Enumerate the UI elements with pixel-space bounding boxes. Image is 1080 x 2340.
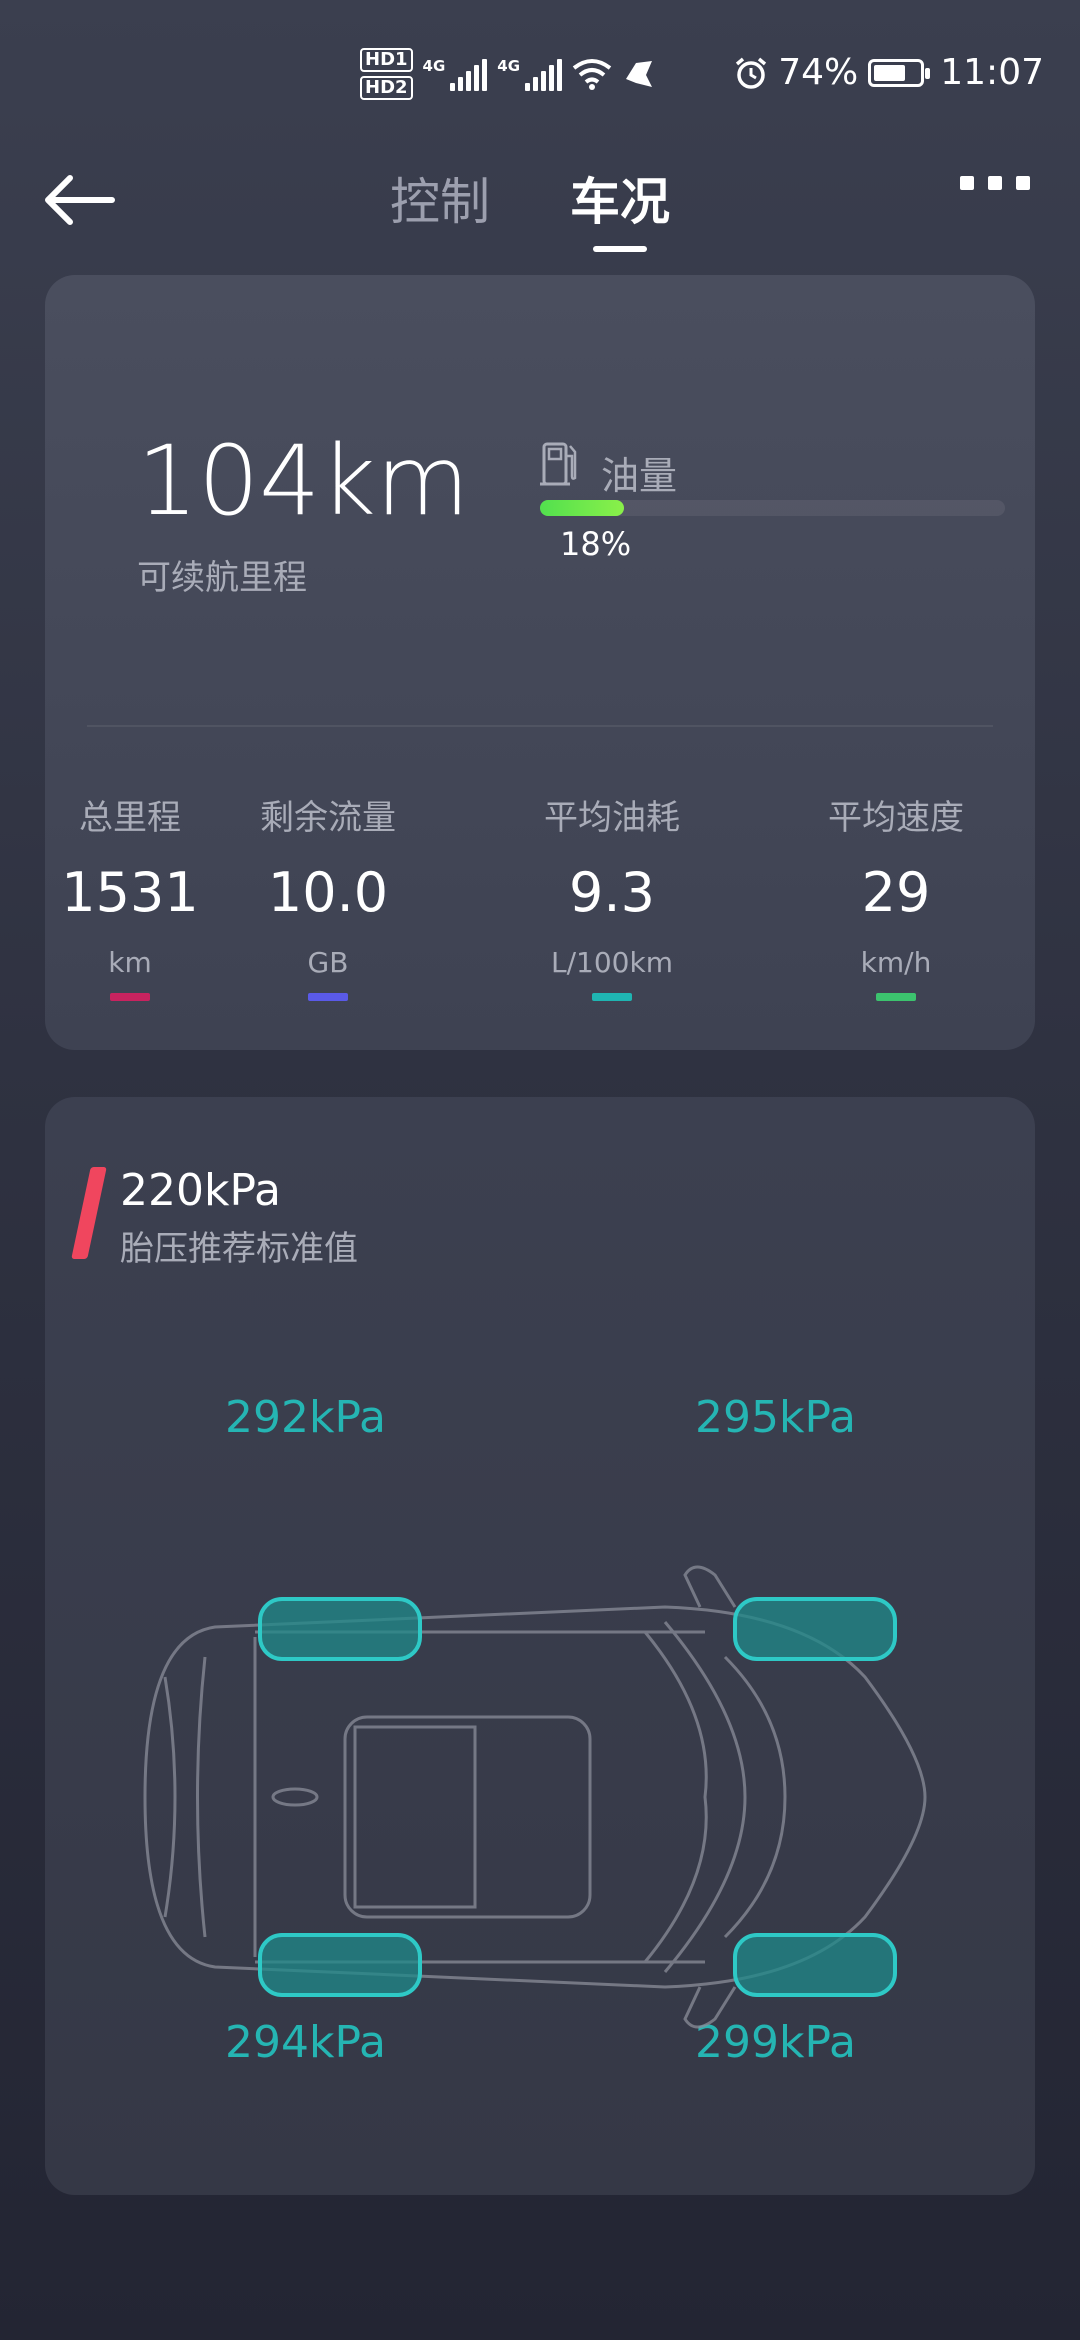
fuel-label: 油量 [601, 454, 678, 498]
tab-bar: 控制 车况 [390, 162, 670, 234]
stat-title: 总里程 [79, 798, 181, 838]
top-nav: 控制 车况 [0, 150, 1080, 260]
app-notification-icon [626, 61, 653, 87]
stat-unit: km [108, 946, 152, 979]
car-top-view-icon [143, 1565, 927, 2029]
tire-pressure-card: 220kPa 胎压推荐标准值 292kPa 295kPa 294kPa 299k… [45, 1097, 1035, 2195]
fuel-percent: 18% [560, 525, 632, 563]
stat-title: 剩余流量 [260, 798, 396, 838]
stat-title: 平均油耗 [544, 798, 680, 838]
stat-avg-speed: 平均速度 29 km/h [801, 790, 991, 1001]
arrow-left-icon[interactable] [40, 170, 120, 230]
stat-value: 1531 [61, 861, 199, 924]
clock: 11:07 [940, 52, 1044, 93]
stat-unit: GB [307, 946, 349, 979]
range-label: 可续航里程 [137, 558, 307, 598]
signal-icon-sim2: 4G [497, 57, 563, 91]
stat-color-bar [876, 993, 916, 1001]
tire-rear-right-icon [733, 1933, 897, 1997]
more-icon[interactable] [960, 176, 1030, 190]
stat-avg-fuel-consumption: 平均油耗 9.3 L/100km [517, 790, 707, 1001]
hd-badges: HD1 HD2 [360, 48, 413, 100]
tire-front-left-icon [258, 1597, 422, 1661]
stat-value: 9.3 [569, 861, 655, 924]
tire-front-right-icon [733, 1597, 897, 1661]
battery-icon [868, 58, 931, 87]
network-type-2: 4G [497, 57, 521, 75]
stat-remaining-data: 剩余流量 10.0 GB [233, 790, 423, 1001]
fuel-pump-icon [540, 442, 577, 486]
standard-pressure-label: 胎压推荐标准值 [120, 1229, 358, 1269]
alarm-icon [736, 57, 767, 89]
tire-pressure-front-right: 295kPa [695, 1392, 856, 1443]
status-bar: HD1 HD2 4G 4G 74% 11:07 [0, 0, 1080, 150]
battery-percent: 74% [778, 52, 859, 93]
stat-unit: km/h [860, 946, 932, 979]
status-right: 74% 11:07 [734, 52, 1044, 93]
vehicle-summary-card: 104km 可续航里程 油量 18% 总里程 1531 km 剩余流量 10.0… [45, 275, 1035, 1050]
network-type-1: 4G [422, 57, 446, 75]
stat-value: 29 [861, 861, 931, 924]
fuel-progress-fill [540, 500, 624, 516]
stat-color-bar [308, 993, 348, 1001]
tire-pressure-front-left: 292kPa [225, 1392, 386, 1443]
tab-vehicle-status[interactable]: 车况 [570, 162, 670, 234]
status-left: HD1 HD2 4G 4G [360, 48, 656, 100]
stat-color-bar [110, 993, 150, 1001]
stat-unit: L/100km [551, 946, 673, 979]
hd2-badge: HD2 [360, 76, 413, 100]
stat-total-mileage: 总里程 1531 km [35, 790, 225, 1001]
fuel-progress-bar [540, 500, 1005, 516]
standard-pressure-value: 220kPa [120, 1165, 281, 1216]
range-value: 104km [137, 425, 470, 537]
tab-control[interactable]: 控制 [390, 162, 490, 234]
stat-title: 平均速度 [828, 798, 964, 838]
wifi-icon [572, 59, 612, 90]
stat-color-bar [592, 993, 632, 1001]
tire-rear-left-icon [258, 1933, 422, 1997]
standard-marker [71, 1167, 107, 1259]
stat-value: 10.0 [267, 861, 389, 924]
divider [87, 725, 993, 727]
signal-icon-sim1: 4G [423, 57, 488, 91]
hd1-badge: HD1 [360, 48, 413, 72]
